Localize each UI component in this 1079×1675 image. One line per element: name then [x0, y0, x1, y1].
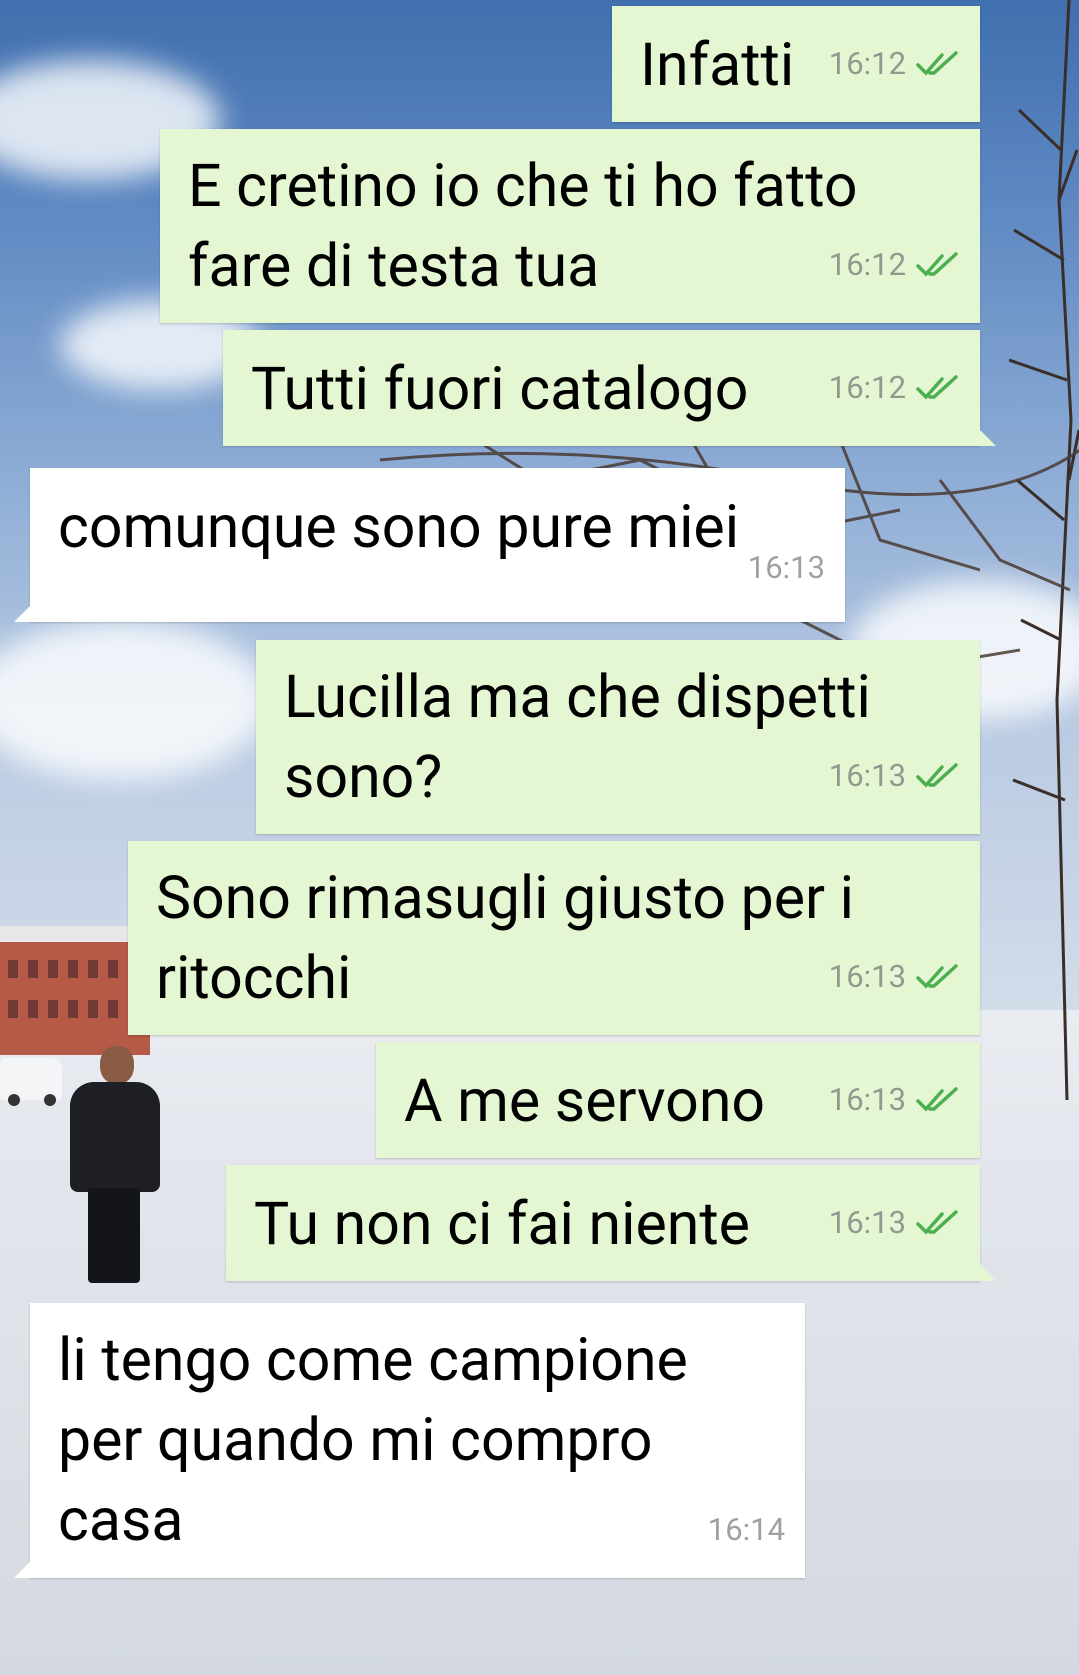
message-bubble-outgoing[interactable]: Tutti fuori catalogo 16:12 — [223, 330, 996, 446]
message-meta: 16:13 — [829, 734, 960, 818]
message-bubble-outgoing[interactable]: A me servono 16:13 — [376, 1042, 980, 1158]
message-meta: 16:13 — [829, 1181, 960, 1265]
message-time: 16:12 — [828, 246, 906, 283]
message-bubble-outgoing[interactable]: Sono rimasugli giusto per i ritocchi 16:… — [128, 841, 980, 1035]
message-bubble-outgoing[interactable]: Tu non ci fai niente 16:13 — [226, 1165, 996, 1281]
message-meta: 16:12 — [829, 346, 960, 430]
double-check-icon — [916, 763, 958, 788]
message-time: 16:13 — [828, 1204, 906, 1241]
wallpaper-van — [0, 1058, 62, 1106]
message-time: 16:12 — [828, 45, 906, 82]
double-check-icon — [916, 252, 958, 277]
message-text: li tengo come campione per quando mi com… — [58, 1326, 688, 1555]
message-bubble-outgoing[interactable]: Infatti 16:12 — [612, 6, 980, 122]
double-check-icon — [916, 51, 958, 76]
message-meta: 16:13 — [829, 1058, 960, 1142]
message-time: 16:13 — [828, 1081, 906, 1118]
message-bubble-incoming[interactable]: li tengo come campione per quando mi com… — [14, 1303, 805, 1578]
message-meta: 16:12 — [829, 22, 960, 106]
message-bubble-outgoing[interactable]: Lucilla ma che dispetti sono? 16:13 — [256, 640, 980, 834]
wallpaper-person — [100, 1046, 134, 1084]
message-text: comunque sono pure miei — [58, 493, 740, 562]
message-time: 16:12 — [828, 369, 906, 406]
double-check-icon — [916, 1087, 958, 1112]
message-meta: 16:14 — [708, 1488, 785, 1572]
message-time: 16:13 — [828, 958, 906, 995]
message-time: 16:13 — [747, 549, 825, 586]
message-time: 16:14 — [707, 1511, 785, 1548]
message-meta: 16:13 — [829, 935, 960, 1019]
message-bubble-incoming[interactable]: comunque sono pure miei 16:13 — [14, 468, 845, 622]
double-check-icon — [916, 964, 958, 989]
double-check-icon — [916, 375, 958, 400]
message-time: 16:13 — [828, 757, 906, 794]
message-meta: 16:12 — [829, 223, 960, 307]
double-check-icon — [916, 1210, 958, 1235]
message-bubble-outgoing[interactable]: E cretino io che ti ho fatto fare di tes… — [160, 129, 980, 323]
message-meta: 16:13 — [748, 526, 825, 610]
